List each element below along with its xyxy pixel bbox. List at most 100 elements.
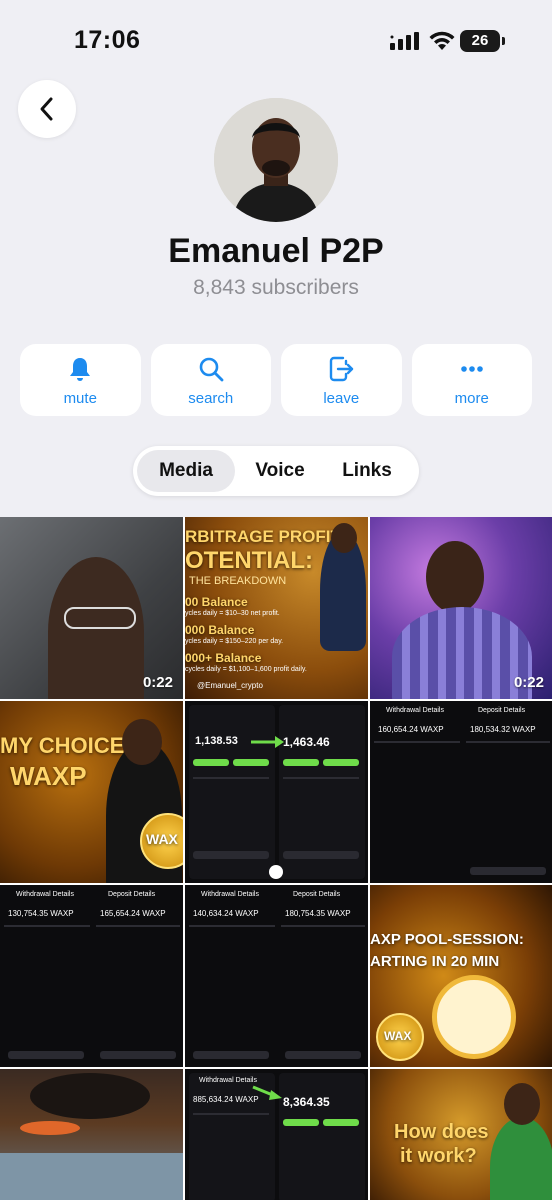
- coin-label: WAX: [146, 831, 178, 847]
- fire-shape: [20, 1121, 80, 1135]
- mute-label: mute: [63, 389, 97, 407]
- media-promo-arbitrage[interactable]: RBITRAGE PROFIT OTENTIAL: THE BREAKDOWN …: [185, 517, 368, 699]
- back-button[interactable]: [18, 80, 76, 138]
- deposit-title: Deposit Details: [108, 891, 156, 898]
- green-arrow-icon: [251, 736, 284, 748]
- search-button[interactable]: search: [150, 344, 271, 416]
- withdrawal-amount: 140,634.24 WAXP: [193, 909, 259, 918]
- chevron-left-icon: [40, 97, 53, 121]
- promo-title-2: OTENTIAL:: [185, 547, 313, 574]
- explorer-button-shape: [193, 1051, 269, 1059]
- withdrawal-title: Withdrawal Details: [386, 707, 444, 714]
- person-thumbnail: [392, 607, 532, 699]
- more-label: more: [454, 389, 489, 407]
- mute-button[interactable]: mute: [20, 344, 141, 416]
- deposit-title: Deposit Details: [293, 891, 341, 898]
- media-screenshot-exchange-2[interactable]: Withdrawal Details 885,634.24 WAXP 8,364…: [185, 1069, 368, 1200]
- person-head: [331, 523, 357, 553]
- media-image-harbor[interactable]: [0, 1069, 183, 1200]
- leave-icon: [330, 356, 354, 381]
- media-video-1[interactable]: 0:22: [0, 517, 183, 699]
- search-icon: [199, 357, 224, 381]
- divider: [466, 741, 550, 743]
- media-promo-pool-session[interactable]: AXP POOL-SESSION: ARTING IN 20 MIN WAX: [370, 885, 552, 1067]
- more-icon: [460, 365, 483, 372]
- deposit-amount: 180,754.35 WAXP: [285, 909, 351, 918]
- media-promo-choice[interactable]: MY CHOICE: WAXP WAX: [0, 701, 183, 883]
- wifi-icon: [429, 31, 455, 50]
- media-tabs: Media Voice Links: [133, 446, 419, 496]
- person-head: [504, 1083, 540, 1125]
- search-label: search: [188, 389, 234, 407]
- tab-links[interactable]: Links: [325, 450, 409, 492]
- marketplace-button-shape: [283, 759, 319, 766]
- media-screenshot-withdrawal-2[interactable]: Withdrawal Details Deposit Details 130,7…: [0, 885, 183, 1067]
- list-row-shape: [283, 851, 359, 859]
- promo-title: MY CHOICE:: [0, 733, 132, 758]
- person-head: [122, 719, 162, 765]
- promo-title: AXP POOL-SESSION:: [370, 931, 524, 948]
- promo-subtitle: THE BREAKDOWN: [189, 575, 287, 587]
- amount-left: 1,138.53: [195, 735, 238, 747]
- promo-tier-3-desc: cycles daily = $1,100–1,600 profit daily…: [185, 666, 307, 673]
- amount-right: 1,463.46: [283, 735, 330, 749]
- video-duration: 0:22: [142, 674, 173, 691]
- person-thumbnail: [490, 1117, 552, 1200]
- promo-tier-2-desc: ycles daily = $150–220 per day.: [185, 638, 284, 645]
- bell-icon: [70, 357, 91, 381]
- divider: [193, 777, 269, 779]
- tab-media[interactable]: Media: [137, 450, 235, 492]
- media-screenshot-withdrawal-3[interactable]: Withdrawal Details Deposit Details 140,6…: [185, 885, 368, 1067]
- promo-handle: @Emanuel_crypto: [197, 681, 263, 690]
- divider: [4, 925, 90, 927]
- promo-tier-1: 00 Balance: [185, 595, 248, 609]
- deposit-button-shape: [233, 759, 269, 766]
- marketplace-button-shape: [283, 1119, 319, 1126]
- deposit-amount: 165,654.24 WAXP: [100, 909, 166, 918]
- explorer-button-shape: [100, 1051, 176, 1059]
- deposit-button-shape: [323, 759, 359, 766]
- divider: [281, 925, 365, 927]
- explorer-button-shape: [8, 1051, 84, 1059]
- action-bar: mute search leave more: [20, 344, 532, 416]
- promo-tier-3: 000+ Balance: [185, 651, 262, 665]
- deposit-title: Deposit Details: [478, 707, 526, 714]
- explorer-button-shape: [285, 1051, 361, 1059]
- status-time: 17:06: [74, 26, 141, 54]
- media-video-2[interactable]: 0:22: [370, 517, 552, 699]
- video-duration: 0:22: [513, 674, 544, 691]
- subscriber-count: 8,843 subscribers: [193, 276, 359, 299]
- green-arrow-icon: [252, 1085, 282, 1100]
- divider: [283, 777, 359, 779]
- media-grid: 0:22 RBITRAGE PROFIT OTENTIAL: THE BREAK…: [0, 517, 552, 1200]
- promo-title-2: WAXP: [10, 761, 87, 791]
- list-row-shape: [193, 851, 269, 859]
- withdrawal-title: Withdrawal Details: [199, 1077, 257, 1084]
- amount-right: 8,364.35: [283, 1095, 330, 1109]
- media-promo-how-it-works[interactable]: How does it work?: [370, 1069, 552, 1200]
- status-bar: 17:06 26: [0, 0, 552, 80]
- avatar-image: [214, 98, 338, 222]
- smoke-shape: [30, 1073, 150, 1119]
- channel-name: Emanuel P2P: [168, 232, 384, 270]
- promo-tier-2: 000 Balance: [185, 623, 255, 637]
- promo-tier-1-desc: ycles daily = $10–30 net profit.: [185, 610, 280, 617]
- promo-title-2: ARTING IN 20 MIN: [370, 953, 500, 970]
- promo-title: How does: [394, 1121, 489, 1143]
- channel-avatar[interactable]: [214, 98, 338, 222]
- media-screenshot-exchange-1[interactable]: 1,138.53 1,463.46: [185, 701, 368, 883]
- divider: [96, 925, 180, 927]
- more-button[interactable]: more: [411, 344, 532, 416]
- divider: [189, 925, 275, 927]
- battery-icon: 26: [460, 30, 505, 52]
- marketplace-button-shape: [193, 759, 229, 766]
- leave-label: leave: [323, 389, 360, 407]
- divider: [193, 1113, 269, 1115]
- phone-screen-right: [279, 1073, 365, 1200]
- media-screenshot-withdrawal-1[interactable]: Withdrawal Details Deposit Details 160,6…: [370, 701, 552, 883]
- explorer-button-shape: [470, 867, 546, 875]
- tab-voice[interactable]: Voice: [235, 450, 325, 492]
- deposit-button-shape: [323, 1119, 359, 1126]
- clock-graphic: [432, 975, 516, 1059]
- leave-button[interactable]: leave: [281, 344, 402, 416]
